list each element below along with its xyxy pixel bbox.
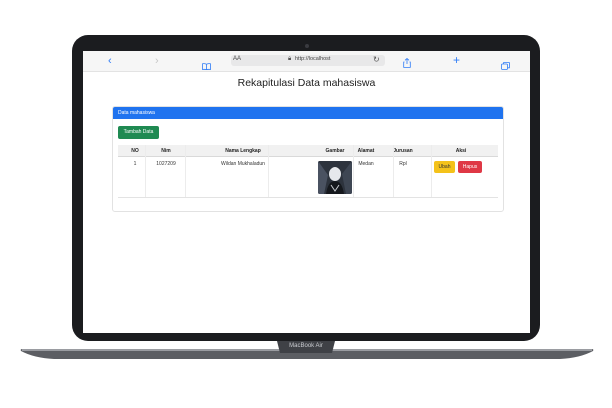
camera-icon — [305, 44, 309, 48]
browser-toolbar: ‹ › AA 🔒︎ http://localhost ↻ + — [83, 51, 530, 72]
url-text[interactable]: http://localhost — [295, 56, 330, 62]
cell-jurusan: Rpl — [399, 161, 407, 167]
new-tab-icon[interactable]: + — [453, 53, 460, 67]
column-header-aksi: Aksi — [455, 148, 467, 154]
cell-no: 1 — [133, 161, 137, 167]
table-row: 1 1027209 Wildan Mukhaladun Medan Rpl Ub… — [118, 157, 498, 198]
back-icon[interactable]: ‹ — [108, 54, 112, 68]
cell-nama: Wildan Mukhaladun — [221, 161, 265, 167]
forward-icon[interactable]: › — [155, 54, 159, 68]
text-size-button[interactable]: AA — [233, 56, 241, 62]
data-card: Data mahasiswa Tambah Data NO Nim Nama L… — [112, 106, 504, 212]
page: { "device": {"model_label": "MacBook Air… — [0, 0, 612, 408]
lock-icon: 🔒︎ — [288, 56, 292, 62]
cell-alamat: Medan — [358, 161, 374, 167]
column-header-jurusan: Jurusan — [393, 148, 413, 154]
page-title: Rekapitulasi Data mahasiswa — [237, 77, 376, 89]
browser-screen: ‹ › AA 🔒︎ http://localhost ↻ + Rekapitul… — [83, 51, 530, 333]
add-data-button[interactable]: Tambah Data — [118, 126, 159, 139]
tabs-icon[interactable] — [501, 57, 510, 75]
column-header-no: NO — [131, 148, 139, 154]
card-header: Data mahasiswa — [113, 107, 503, 119]
edit-button[interactable]: Ubah — [434, 161, 455, 173]
reload-icon[interactable]: ↻ — [373, 55, 380, 64]
cell-nim: 1027209 — [156, 161, 176, 167]
column-header-alamat: Alamat — [357, 148, 375, 154]
delete-button[interactable]: Hapus — [458, 161, 482, 173]
share-icon[interactable] — [403, 55, 411, 73]
card-header-title: Data mahasiswa — [118, 110, 155, 116]
column-header-nama: Nama Lengkap — [225, 148, 261, 154]
table-header: NO Nim Nama Lengkap Gambar Alamat Jurusa… — [118, 145, 498, 157]
book-icon[interactable] — [202, 57, 211, 75]
column-header-nim: Nim — [161, 148, 171, 154]
model-label: MacBook Air — [289, 343, 323, 349]
